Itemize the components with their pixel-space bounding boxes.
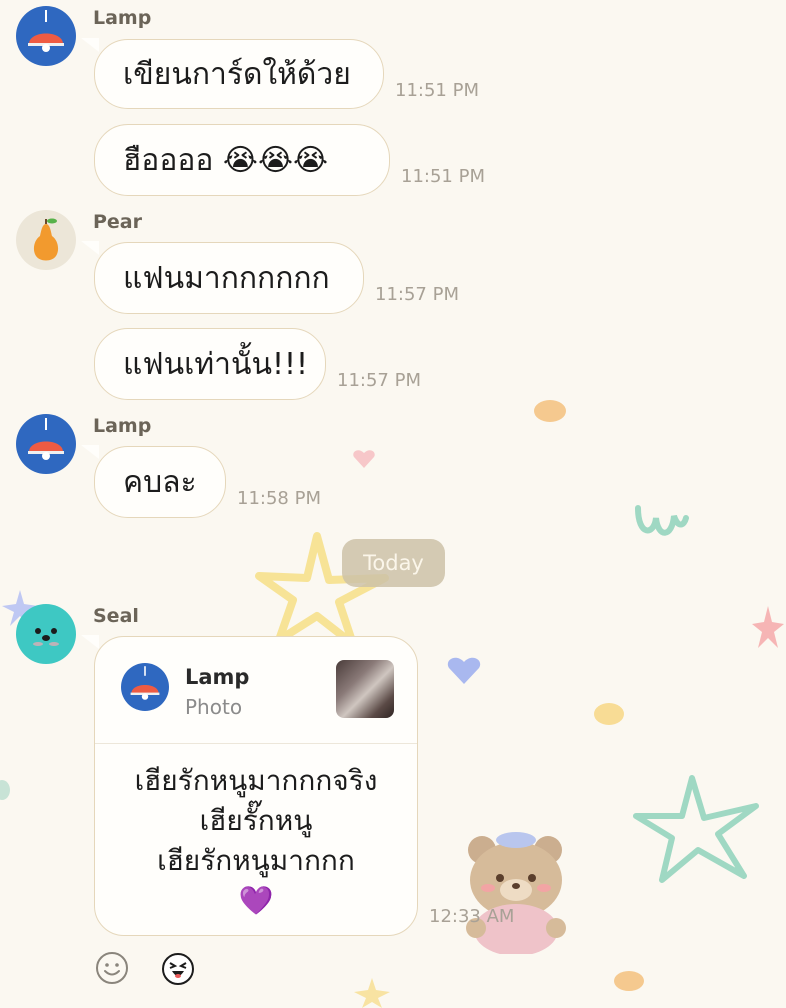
quoted-message[interactable]: Lamp Photo	[95, 637, 417, 744]
lamp-avatar[interactable]	[16, 414, 76, 474]
message-time: 11:51 PM	[395, 80, 479, 101]
message-bubble[interactable]: แฟนเท่านั้น!!!	[94, 328, 326, 400]
smiley-icon[interactable]	[95, 951, 129, 985]
message-line: เฮียรักหนูมากกกจริง	[134, 764, 378, 797]
message-bubble[interactable]: เขียนการ์ดให้ด้วย	[81, 38, 384, 109]
heart-decoration	[353, 450, 375, 468]
heart-decoration	[447, 657, 481, 684]
sender-name: Pear	[93, 211, 143, 233]
reply-message-text: เฮียรักหนูมากกกจริง เฮียรั๊กหนู เฮียรักห…	[95, 761, 417, 921]
sender-name: Lamp	[93, 415, 152, 437]
message-bubble[interactable]: ฮืออออ 😭😭😭	[94, 124, 390, 196]
message-text: คบละ	[123, 464, 197, 500]
pear-icon	[33, 218, 59, 261]
heart-decoration	[614, 971, 644, 991]
message-text: แฟนมากกกกกก	[123, 260, 330, 296]
lamp-icon	[130, 666, 160, 700]
message-time: 11:57 PM	[337, 370, 421, 391]
message-line: เฮียรั๊กหนู	[199, 804, 313, 837]
heart-decoration	[594, 703, 624, 725]
lamp-icon	[28, 418, 64, 460]
seal-icon	[33, 628, 59, 646]
quoted-type: Photo	[185, 695, 243, 719]
star-decoration	[354, 978, 390, 1008]
message-line: 💜	[238, 884, 274, 917]
message-line: เฮียรักหนูมากกก	[157, 844, 355, 877]
message-bubble[interactable]: แฟนมากกกกกก	[81, 241, 364, 314]
seal-avatar[interactable]	[16, 604, 76, 664]
message-time: 11:57 PM	[375, 284, 459, 305]
star-decoration	[633, 775, 759, 883]
message-text: แฟนเท่านั้น!!!	[123, 346, 309, 382]
message-time: 12:33 AM	[429, 906, 515, 927]
message-bubble[interactable]: คบละ	[81, 445, 226, 518]
lamp-avatar[interactable]	[16, 6, 76, 66]
message-time: 11:51 PM	[401, 166, 485, 187]
heart-decoration	[0, 780, 10, 800]
sticker-face-icon[interactable]	[161, 952, 195, 986]
quoted-sender: Lamp	[185, 665, 250, 689]
sender-name: Lamp	[93, 7, 152, 29]
lamp-icon	[28, 10, 64, 52]
squiggle-decoration	[635, 505, 689, 536]
day-separator: Today	[342, 539, 445, 587]
reply-message-card[interactable]: Lamp Photo เฮียรักหนูมากกกจริง เฮียรั๊กห…	[81, 635, 418, 936]
message-text: ฮืออออ 😭😭😭	[123, 142, 329, 178]
teddy-bear-sticker-decoration	[466, 832, 566, 954]
heart-decoration	[534, 400, 566, 422]
message-time: 11:58 PM	[237, 488, 321, 509]
quoted-photo-thumbnail[interactable]	[336, 660, 394, 718]
quoted-lamp-avatar	[121, 663, 169, 711]
message-text: เขียนการ์ดให้ด้วย	[123, 56, 351, 92]
star-decoration	[752, 606, 784, 648]
pear-avatar[interactable]	[16, 210, 76, 270]
sender-name: Seal	[93, 605, 139, 627]
